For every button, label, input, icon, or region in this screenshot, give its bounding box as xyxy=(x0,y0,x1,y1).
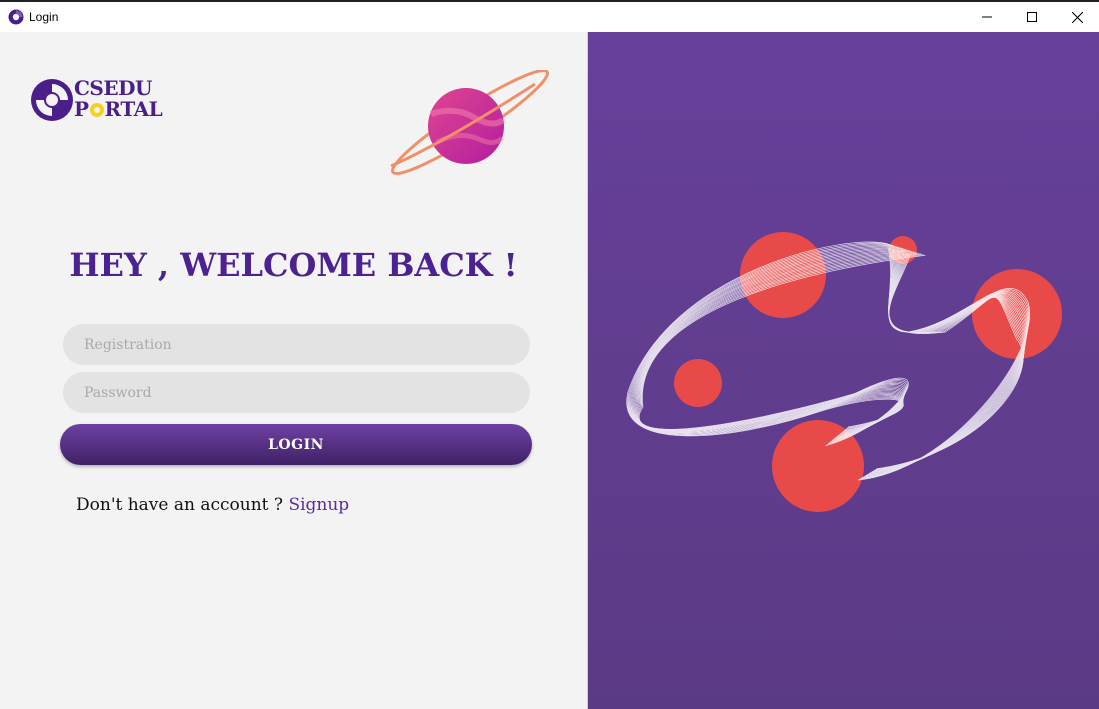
title-bar: Login xyxy=(0,0,1099,32)
close-icon xyxy=(1071,11,1083,23)
csedu-logo-icon xyxy=(31,79,73,121)
app-icon xyxy=(8,9,24,25)
wave-lines xyxy=(626,241,1030,481)
registration-input[interactable] xyxy=(63,324,530,365)
minimize-button[interactable] xyxy=(964,2,1010,32)
window-title: Login xyxy=(29,10,59,24)
logo-line-2-prefix: P xyxy=(74,97,89,121)
logo-line-2-suffix: RTAL xyxy=(104,97,163,121)
signup-link[interactable]: Signup xyxy=(288,495,349,515)
logo-o-ring-icon xyxy=(89,103,104,117)
minimize-icon xyxy=(982,16,992,18)
close-button[interactable] xyxy=(1054,2,1099,32)
logo-text: CSEDU P RTAL xyxy=(74,76,163,121)
planet-illustration xyxy=(390,70,550,175)
signup-prompt: Don't have an account ? xyxy=(76,495,284,515)
welcome-heading: HEY , WELCOME BACK ! xyxy=(69,246,518,284)
logo-line-2: P RTAL xyxy=(74,97,163,121)
red-bubble xyxy=(972,269,1062,359)
maximize-icon xyxy=(1027,12,1037,22)
abstract-waves-illustration xyxy=(626,232,1062,512)
signup-row: Don't have an account ? Signup xyxy=(76,495,349,515)
maximize-button[interactable] xyxy=(1009,2,1055,32)
logo-line-1: CSEDU xyxy=(74,76,152,100)
password-input[interactable] xyxy=(63,372,530,413)
illustration-panel xyxy=(587,32,1099,709)
red-bubble xyxy=(674,359,722,407)
login-button[interactable]: LOGIN xyxy=(60,424,532,465)
